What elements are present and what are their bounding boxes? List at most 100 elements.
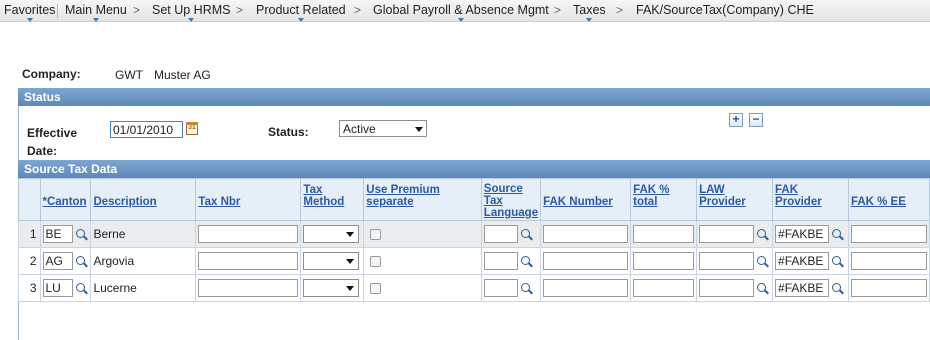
fak-total-input[interactable] [633,279,695,297]
magnifier-icon[interactable] [831,228,844,241]
breadcrumb-favorites[interactable]: Favorites [4,3,55,22]
language-cell [480,220,542,248]
chevron-down-icon [188,18,195,22]
law-provider-input[interactable] [699,252,755,270]
col-header-fak-provider[interactable]: FAK Provider [772,178,849,221]
magnifier-icon[interactable] [75,255,88,268]
row-number: 1 [18,220,41,248]
language-input[interactable] [483,225,518,243]
law-provider-input[interactable] [699,225,755,243]
col-header-fak-ee[interactable]: FAK % EE [847,178,930,221]
status-label: Status: [268,125,309,139]
delete-row-button[interactable]: − [749,113,763,127]
use-premium-cell [363,247,482,275]
breadcrumb-separator: > [554,3,562,17]
fak-provider-input[interactable]: #FAKBE [775,225,830,243]
use-premium-checkbox[interactable] [370,256,382,268]
magnifier-icon[interactable] [520,255,533,268]
col-header-fak-total[interactable]: FAK % total [630,178,698,221]
tax-method-select[interactable] [303,279,360,297]
col-header-fak-number[interactable]: FAK Number [540,178,632,221]
col-header-canton[interactable]: *Canton [39,178,92,221]
description-cell: Argovia [90,247,197,275]
canton-input[interactable]: BE [42,225,73,243]
canton-input[interactable]: AG [42,252,73,270]
breadcrumb-label: Main Menu [65,3,127,17]
col-header-source-tax-language[interactable]: Source Tax Language [480,178,542,221]
canton-cell: LU [39,274,92,302]
tax-method-select[interactable] [303,225,360,243]
breadcrumb-product-related[interactable]: Product Related [256,3,346,22]
breadcrumb-setup-hrms[interactable]: Set Up HRMS [152,3,231,22]
use-premium-cell [363,274,482,302]
col-header-text: total [633,196,658,208]
tax-method-select[interactable] [303,252,360,270]
company-name: Muster AG [154,68,211,82]
use-premium-cell [363,220,482,248]
col-header-law-provider[interactable]: LAW Provider [696,178,774,221]
fak-ee-cell [847,274,930,302]
fak-ee-cell [847,220,930,248]
chevron-down-icon [346,286,355,291]
fak-total-input[interactable] [633,252,695,270]
magnifier-icon[interactable] [520,228,533,241]
fak-total-input[interactable] [633,225,695,243]
effective-date-label: Effective [27,126,78,140]
fak-ee-input[interactable] [850,252,927,270]
tax-method-cell [300,247,365,275]
fak-ee-input[interactable] [850,225,927,243]
effective-date-input[interactable]: 01/01/2010 [110,121,183,138]
fak-number-input[interactable] [543,279,629,297]
language-input[interactable] [483,279,518,297]
chevron-down-icon [297,18,304,22]
col-header-text: Language [483,207,539,219]
fak-provider-input[interactable]: #FAKBE [775,252,830,270]
language-input[interactable] [483,252,518,270]
magnifier-icon[interactable] [520,282,533,295]
chevron-down-icon [346,232,355,237]
magnifier-icon[interactable] [831,255,844,268]
use-premium-checkbox[interactable] [370,283,382,295]
col-header-text: FAK % [633,184,670,196]
magnifier-icon[interactable] [75,282,88,295]
fak-provider-input[interactable]: #FAKBE [775,279,830,297]
magnifier-icon[interactable] [831,282,844,295]
description-cell: Berne [90,220,197,248]
fak-number-input[interactable] [543,225,629,243]
breadcrumb: Favorites Main Menu > Set Up HRMS > Prod… [0,0,930,22]
use-premium-checkbox[interactable] [370,229,382,241]
law-provider-input[interactable] [699,279,755,297]
col-header-text: Tax [303,184,323,196]
breadcrumb-label: Global Payroll & Absence Mgmt [373,3,549,17]
breadcrumb-main-menu[interactable]: Main Menu [65,3,127,22]
magnifier-icon[interactable] [756,255,769,268]
canton-cell: AG [39,247,92,275]
breadcrumb-separator: > [616,3,624,17]
tax-nbr-input[interactable] [198,279,299,297]
magnifier-icon[interactable] [756,282,769,295]
breadcrumb-separator: > [133,3,141,17]
breadcrumb-label: Taxes [573,3,606,17]
col-header-description[interactable]: Description [90,178,197,221]
tax-nbr-input[interactable] [198,225,299,243]
fak-total-cell [630,247,698,275]
canton-input[interactable]: LU [42,279,73,297]
col-header-use-premium[interactable]: Use Premium separate [363,178,482,221]
tax-nbr-input[interactable] [198,252,299,270]
language-cell [480,247,542,275]
breadcrumb-taxes[interactable]: Taxes [573,3,606,22]
fak-number-input[interactable] [543,252,629,270]
col-header-tax-nbr[interactable]: Tax Nbr [195,178,302,221]
status-select[interactable]: Active [339,120,427,137]
add-row-button[interactable]: + [729,113,743,127]
calendar-icon[interactable]: 31 [186,122,198,135]
magnifier-icon[interactable] [75,228,88,241]
breadcrumb-global-payroll[interactable]: Global Payroll & Absence Mgmt [373,3,549,22]
row-number: 2 [18,247,41,275]
breadcrumb-label: Set Up HRMS [152,3,231,17]
tax-nbr-cell [195,247,302,275]
col-header-tax-method[interactable]: Tax Method [300,178,365,221]
fak-ee-input[interactable] [850,279,927,297]
col-header-text: Tax [483,195,503,207]
magnifier-icon[interactable] [756,228,769,241]
